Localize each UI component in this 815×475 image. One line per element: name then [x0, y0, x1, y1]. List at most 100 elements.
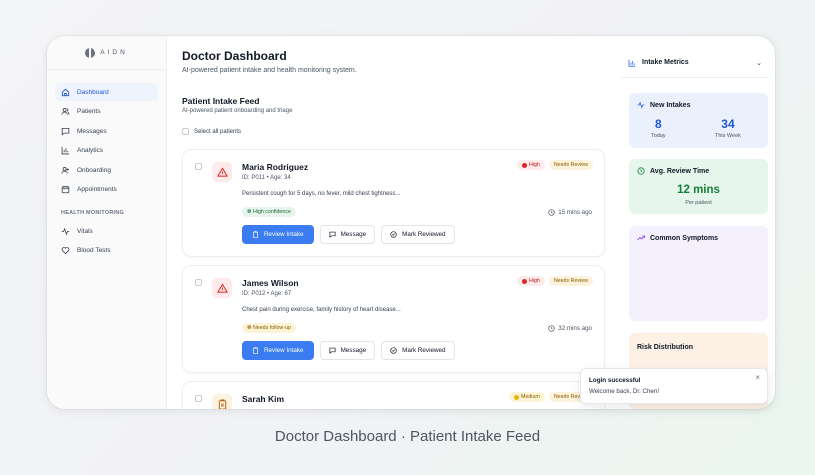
button-label: Mark Reviewed	[402, 231, 446, 238]
priority-label: High	[528, 278, 540, 284]
clock-icon	[637, 167, 645, 175]
alert-triangle-icon	[212, 162, 232, 182]
button-label: Message	[340, 231, 367, 238]
button-label: Mark Reviewed	[402, 347, 446, 354]
bar-chart-icon	[61, 146, 70, 155]
patient-meta: ID: P011 • Age: 34	[242, 175, 291, 181]
users-icon	[61, 108, 70, 115]
sidebar-item-appointments[interactable]: Appointments	[55, 181, 158, 199]
patient-note: Persistent cough for 5 days, no fever, m…	[242, 191, 401, 197]
card-badges: High Needs Review	[516, 276, 593, 286]
screenshot-caption: Doctor Dashboard · Patient Intake Feed	[274, 428, 541, 445]
patient-meta: ID: P012 • Age: 67	[242, 291, 292, 297]
sidebar-item-label: Analytics	[77, 147, 104, 154]
chevron-down-icon[interactable]: ⌄	[756, 59, 762, 67]
message-icon	[329, 231, 336, 238]
select-all-row[interactable]: Select all patients	[182, 128, 241, 135]
card-actions: Review Intake Message Mark Reviewed	[242, 341, 455, 360]
sidebar-item-label: Blood Tests	[77, 247, 111, 254]
card-actions: Review Intake Message Mark Reviewed	[242, 225, 455, 244]
sidebar-section-title: HEALTH MONITORING	[61, 210, 124, 216]
check-circle-icon	[390, 231, 397, 238]
patient-name[interactable]: Sarah Kim	[242, 394, 284, 404]
metrics-header[interactable]: Intake Metrics ⌄	[621, 48, 769, 78]
sidebar-item-patients[interactable]: Patients	[55, 103, 158, 121]
message-button[interactable]: Message	[319, 225, 376, 244]
mark-reviewed-button[interactable]: Mark Reviewed	[381, 225, 455, 244]
patient-name[interactable]: James Wilson	[242, 278, 299, 288]
sparkle-icon: ❁	[247, 209, 252, 215]
avg-review-label: Per patient	[685, 200, 712, 206]
button-label: Review Intake	[264, 231, 304, 238]
calendar-icon	[61, 185, 70, 194]
login-toast: Login successful Welcome back, Dr. Chen!…	[580, 368, 768, 404]
review-intake-button[interactable]: Review Intake	[242, 225, 314, 244]
patient-note: Chest pain during exercise, family histo…	[242, 307, 401, 313]
sidebar-item-label: Appointments	[77, 186, 117, 193]
sidebar-item-dashboard[interactable]: Dashboard	[55, 83, 158, 101]
today-value: 8	[655, 117, 662, 131]
close-icon[interactable]: ×	[755, 373, 760, 382]
common-symptoms-card: Common Symptoms	[629, 226, 768, 321]
user-plus-icon	[61, 166, 69, 174]
confidence-badge: ❁ High confidence	[242, 207, 296, 217]
button-label: Review Intake	[264, 347, 304, 354]
panel-title-label: Common Symptoms	[650, 234, 719, 242]
home-icon	[61, 88, 70, 96]
status-badge: Needs Review	[548, 276, 593, 286]
sidebar: AIDN Dashboard Patients Messages Analyti…	[47, 36, 167, 409]
main-content: Doctor Dashboard AI-powered patient inta…	[182, 36, 607, 409]
clock-icon	[548, 209, 555, 216]
metrics-panel: Intake Metrics ⌄ New Intakes 8 Today 34 …	[621, 48, 769, 409]
status-badge: Needs Review	[548, 160, 593, 170]
sidebar-item-label: Dashboard	[77, 88, 109, 96]
patient-card: Maria Rodriguez ID: P011 • Age: 34 Persi…	[182, 149, 605, 257]
confidence-label: Needs follow-up	[252, 325, 291, 331]
review-intake-button[interactable]: Review Intake	[242, 341, 314, 360]
activity-icon	[637, 101, 645, 109]
confidence-badge: ❁ Needs follow-up	[242, 323, 296, 333]
app-window: AIDN Dashboard Patients Messages Analyti…	[47, 36, 775, 409]
new-intakes-card: New Intakes 8 Today 34 This Week	[629, 93, 768, 148]
new-intakes-title: New Intakes	[637, 101, 690, 109]
patient-checkbox[interactable]	[195, 163, 202, 170]
priority-dot-icon	[514, 394, 519, 400]
week-stat: 34 This Week	[715, 117, 741, 139]
select-all-checkbox[interactable]	[182, 128, 189, 135]
clock-icon	[548, 325, 555, 332]
metrics-title: Intake Metrics	[642, 59, 689, 66]
mark-reviewed-button[interactable]: Mark Reviewed	[381, 341, 455, 360]
alert-triangle-icon	[212, 278, 232, 298]
card-timestamp: 15 mins ago	[548, 209, 592, 216]
sidebar-item-blood-tests[interactable]: Blood Tests	[55, 242, 158, 260]
sidebar-item-analytics[interactable]: Analytics	[55, 142, 158, 160]
today-stat: 8 Today	[651, 117, 666, 139]
sidebar-item-vitals[interactable]: Vitals	[55, 222, 158, 240]
sidebar-item-label: Vitals	[77, 227, 93, 235]
feed-subtitle: AI-powered patient onboarding and triage	[182, 108, 293, 114]
message-icon	[61, 127, 70, 136]
sidebar-nav: Dashboard Patients Messages Analytics On…	[47, 70, 166, 260]
card-timestamp: 32 mins ago	[548, 325, 592, 332]
brand-logo[interactable]: AIDN	[47, 36, 166, 70]
priority-dot-icon	[521, 162, 527, 168]
sidebar-item-messages[interactable]: Messages	[55, 122, 158, 140]
sidebar-item-onboarding[interactable]: Onboarding	[55, 161, 158, 179]
priority-badge: High	[516, 160, 545, 170]
trending-up-icon	[637, 235, 645, 241]
patient-checkbox[interactable]	[195, 395, 202, 402]
patient-name[interactable]: Maria Rodriguez	[242, 162, 308, 172]
heart-icon	[61, 247, 70, 255]
priority-badge: Medium	[509, 392, 545, 402]
priority-dot-icon	[521, 278, 527, 284]
patient-checkbox[interactable]	[195, 279, 202, 286]
page-subtitle: AI-powered patient intake and health mon…	[182, 67, 357, 74]
priority-label: Medium	[521, 394, 540, 400]
toast-title: Login successful	[589, 377, 641, 384]
card-badges: High Needs Review	[516, 160, 593, 170]
message-button[interactable]: Message	[319, 341, 376, 360]
bar-chart-icon	[628, 59, 636, 67]
clipboard-icon	[252, 347, 259, 354]
feed-title: Patient Intake Feed	[182, 96, 260, 106]
time-label: 32 mins ago	[558, 325, 592, 332]
